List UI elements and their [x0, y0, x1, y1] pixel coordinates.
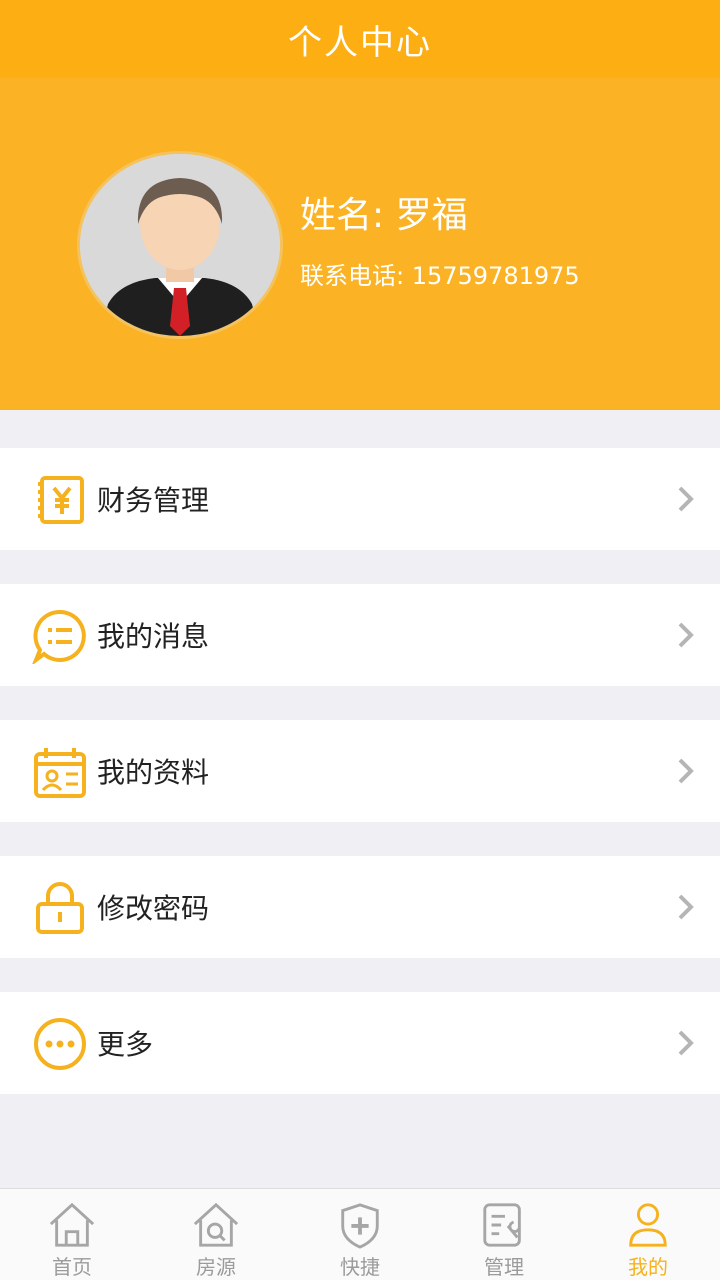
- menu-item-password[interactable]: 修改密码: [0, 856, 720, 958]
- chevron-right-icon: [678, 1030, 694, 1056]
- title-bar: 个人中心: [0, 0, 720, 78]
- tab-shortcut[interactable]: 快捷: [288, 1189, 432, 1280]
- menu-label-more: 更多: [97, 1028, 154, 1061]
- shield-plus-icon: [341, 1203, 379, 1249]
- message-icon: [32, 609, 86, 664]
- page-title: 个人中心: [288, 22, 432, 63]
- menu-item-messages[interactable]: 我的消息: [0, 584, 720, 686]
- tab-mine[interactable]: 我的: [576, 1189, 720, 1280]
- chevron-right-icon: [678, 894, 694, 920]
- avatar-portrait-icon: [80, 154, 280, 336]
- tab-label-shortcut: 快捷: [340, 1255, 380, 1279]
- menu-label-password: 修改密码: [97, 892, 210, 925]
- profile-phone: 联系电话: 15759781975: [300, 262, 580, 290]
- profile-card-icon: [34, 748, 86, 798]
- menu-label-messages: 我的消息: [97, 620, 210, 653]
- chevron-right-icon: [678, 622, 694, 648]
- menu-item-more[interactable]: 更多: [0, 992, 720, 1094]
- profile-name: 姓名: 罗福: [300, 195, 468, 236]
- tab-label-manage: 管理: [484, 1255, 524, 1279]
- menu-item-finance[interactable]: 财务管理: [0, 448, 720, 550]
- tab-label-home: 首页: [52, 1255, 92, 1279]
- tab-listings[interactable]: 房源: [144, 1189, 288, 1280]
- tab-manage[interactable]: 管理: [432, 1189, 576, 1280]
- tab-label-listings: 房源: [196, 1255, 236, 1279]
- chevron-right-icon: [678, 486, 694, 512]
- more-icon: [34, 1018, 86, 1070]
- user-icon: [629, 1203, 667, 1247]
- manage-icon: [483, 1203, 521, 1247]
- profile-header: 姓名: 罗福 联系电话: 15759781975: [0, 78, 720, 410]
- home-icon: [49, 1202, 95, 1247]
- chevron-right-icon: [678, 758, 694, 784]
- menu-item-profile[interactable]: 我的资料: [0, 720, 720, 822]
- tab-home[interactable]: 首页: [0, 1189, 144, 1280]
- tab-label-mine: 我的: [628, 1255, 668, 1279]
- menu-label-profile: 我的资料: [97, 756, 210, 789]
- finance-icon: [38, 476, 84, 524]
- house-search-icon: [193, 1202, 239, 1247]
- menu-label-finance: 财务管理: [97, 484, 210, 517]
- avatar[interactable]: [80, 154, 280, 336]
- lock-icon: [36, 882, 84, 934]
- bottom-tab-bar: 首页 房源 快捷 管理 我的: [0, 1188, 720, 1280]
